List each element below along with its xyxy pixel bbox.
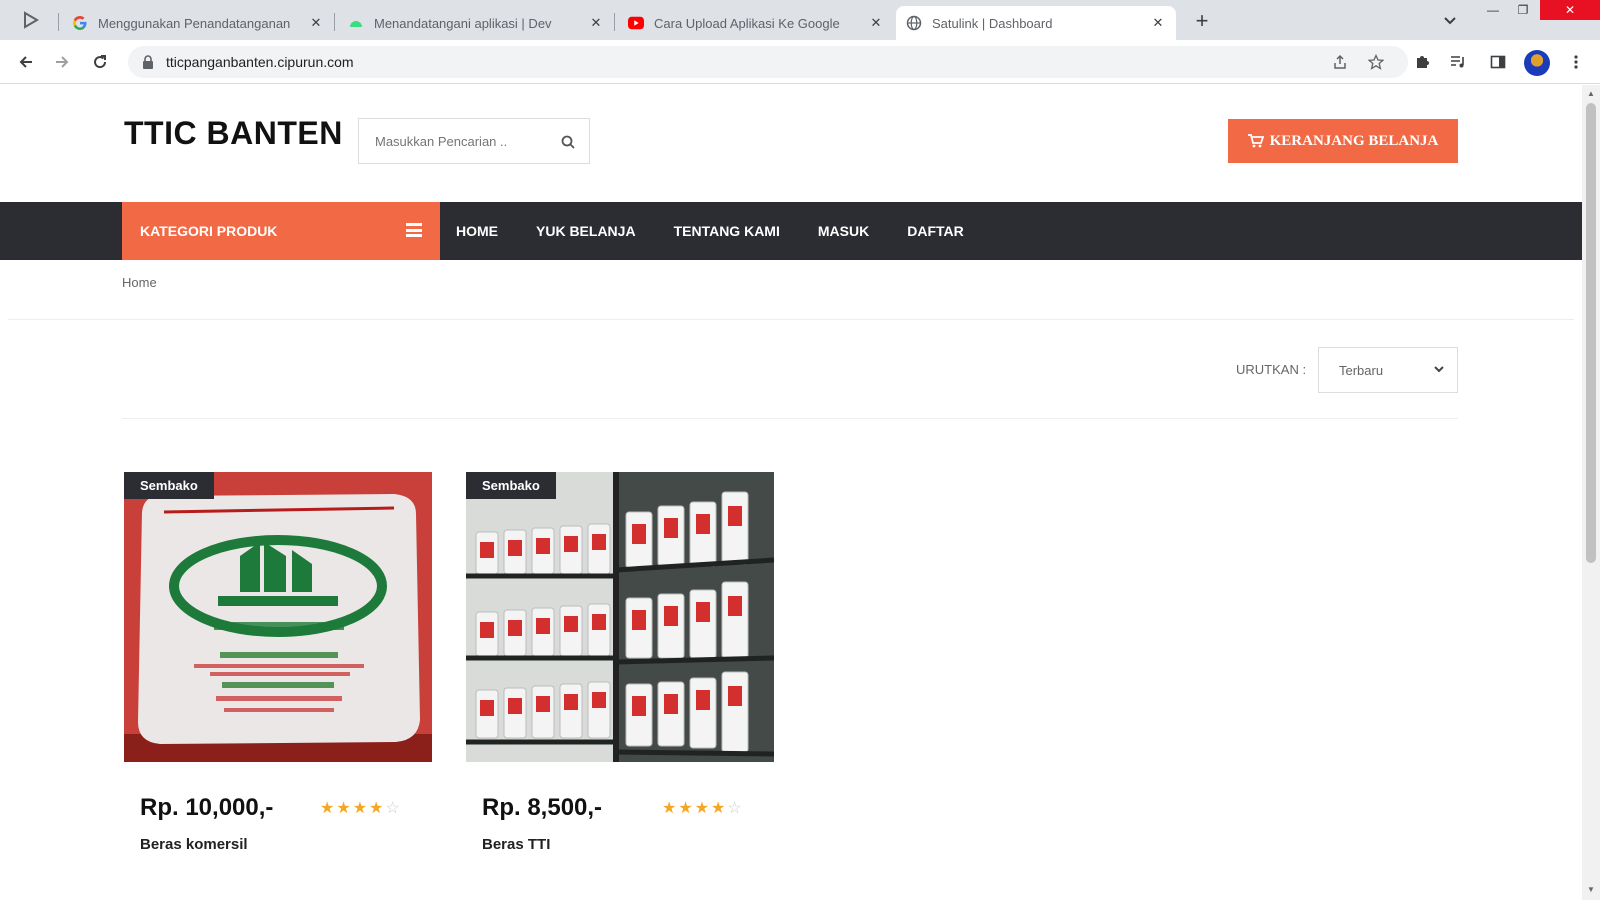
tab-separator (334, 13, 335, 31)
product-price: Rp. 8,500,- (482, 794, 603, 821)
category-menu-button[interactable]: KATEGORI PRODUK (122, 202, 440, 260)
tab-title: Menggunakan Penandatanganan (98, 15, 291, 31)
globe-icon (906, 15, 922, 31)
restore-icon[interactable]: ❐ (1508, 0, 1538, 20)
close-tab-icon[interactable]: ✕ (588, 15, 604, 31)
product-price: Rp. 10,000,- (140, 794, 274, 821)
back-icon[interactable] (14, 50, 38, 74)
tab-title: Menandatangani aplikasi | Dev (374, 15, 552, 31)
chevron-down-icon (1433, 363, 1447, 377)
star-icon: ★★★★ (662, 800, 728, 817)
tab-separator (58, 13, 59, 31)
tab-3[interactable]: Cara Upload Aplikasi Ke Google ✕ (618, 6, 894, 40)
close-tab-icon[interactable]: ✕ (308, 15, 324, 31)
main-navbar: KATEGORI PRODUK HOME YUK BELANJA TENTANG… (0, 202, 1582, 260)
url-text: tticpanganbanten.cipurun.com (166, 54, 354, 70)
new-tab-button[interactable]: + (1190, 8, 1214, 33)
bookmark-star-icon[interactable] (1364, 50, 1388, 74)
tab-1[interactable]: Menggunakan Penandatanganan ✕ (62, 6, 334, 40)
close-window-icon[interactable]: ✕ (1540, 0, 1600, 20)
nav-home[interactable]: HOME (456, 223, 498, 239)
menu-kebab-icon[interactable] (1564, 50, 1588, 74)
nav-masuk[interactable]: MASUK (818, 223, 869, 239)
rating-stars: ★★★★☆ (662, 798, 744, 818)
divider (8, 319, 1574, 320)
scroll-down-icon[interactable]: ▼ (1586, 885, 1596, 895)
hamburger-icon (406, 223, 422, 237)
page-content: TTIC BANTEN KERANJANG BELANJA KATEGORI P… (0, 85, 1582, 900)
product-image-rice-shelf[interactable]: Sembako (466, 472, 774, 762)
nav-tentang-kami[interactable]: TENTANG KAMI (674, 223, 780, 239)
scrollbar-thumb[interactable] (1586, 103, 1596, 563)
nav-daftar[interactable]: DAFTAR (907, 223, 964, 239)
product-name[interactable]: Beras TTI (482, 836, 550, 853)
tab-search-icon[interactable] (1438, 9, 1462, 33)
star-empty-icon: ☆ (385, 800, 402, 817)
sort-select[interactable]: Terbaru (1318, 347, 1458, 393)
breadcrumb[interactable]: Home (122, 275, 157, 290)
browser-tabstrip: Menggunakan Penandatanganan ✕ Menandatan… (0, 0, 1600, 40)
android-icon (348, 15, 364, 31)
site-brand[interactable]: TTIC BANTEN (124, 115, 343, 152)
search-icon[interactable] (557, 131, 579, 153)
category-label: KATEGORI PRODUK (140, 223, 278, 239)
tab-4-active[interactable]: Satulink | Dashboard ✕ (896, 6, 1176, 40)
page-scrollbar[interactable]: ▲ ▼ (1582, 85, 1600, 900)
extensions-icon[interactable] (1410, 50, 1434, 74)
shopping-cart-button[interactable]: KERANJANG BELANJA (1228, 119, 1458, 163)
cart-label: KERANJANG BELANJA (1269, 132, 1439, 149)
minimize-icon[interactable]: — (1478, 0, 1508, 20)
play-console-icon[interactable] (14, 8, 48, 32)
address-bar[interactable]: tticpanganbanten.cipurun.com (128, 46, 1408, 78)
search-box (358, 118, 590, 164)
divider (122, 418, 1458, 419)
media-control-icon[interactable] (1446, 50, 1470, 74)
browser-toolbar: tticpanganbanten.cipurun.com (0, 40, 1600, 84)
lock-icon[interactable] (140, 54, 156, 70)
cart-icon (1247, 134, 1264, 148)
share-icon[interactable] (1328, 50, 1352, 74)
product-image-rice-bag[interactable]: Sembako (124, 472, 432, 762)
close-tab-icon[interactable]: ✕ (1150, 15, 1166, 31)
sort-label: URUTKAN : (1236, 362, 1307, 377)
nav-menu: HOME YUK BELANJA TENTANG KAMI MASUK DAFT… (440, 202, 986, 260)
product-name[interactable]: Beras komersil (140, 836, 248, 853)
product-badge: Sembako (124, 472, 214, 499)
reload-icon[interactable] (88, 50, 112, 74)
sort-value: Terbaru (1339, 362, 1384, 378)
side-panel-icon[interactable] (1486, 50, 1510, 74)
product-badge: Sembako (466, 472, 556, 499)
tab-title: Cara Upload Aplikasi Ke Google (654, 15, 840, 31)
profile-avatar-icon[interactable] (1524, 50, 1550, 76)
rating-stars: ★★★★☆ (320, 798, 402, 818)
search-input[interactable] (359, 119, 549, 163)
scroll-up-icon[interactable]: ▲ (1586, 89, 1596, 99)
nav-yuk-belanja[interactable]: YUK BELANJA (536, 223, 636, 239)
close-tab-icon[interactable]: ✕ (868, 15, 884, 31)
star-icon: ★★★★ (320, 800, 386, 817)
youtube-icon (628, 15, 644, 31)
tab-separator (614, 13, 615, 31)
forward-icon[interactable] (50, 50, 74, 74)
star-empty-icon: ☆ (727, 800, 744, 817)
tab-title: Satulink | Dashboard (932, 15, 1053, 31)
google-icon (72, 15, 88, 31)
tab-2[interactable]: Menandatangani aplikasi | Dev ✕ (338, 6, 614, 40)
